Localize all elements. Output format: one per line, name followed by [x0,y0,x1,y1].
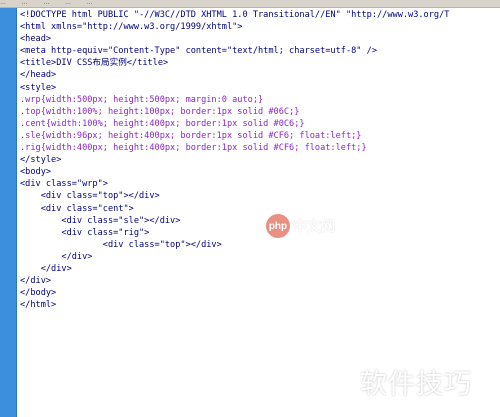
line-number-gutter [0,8,17,417]
code-line: </body> [20,288,57,299]
toolbar-item[interactable]: … [22,0,28,6]
code-line: <div class="top"></div> [20,239,222,250]
code-line: </div> [20,263,72,274]
toolbar-item[interactable]: … [87,0,93,6]
code-line: </html> [20,300,57,311]
toolbar-item[interactable]: … [65,0,71,6]
code-line: .rig{width:400px; height:400px; border:1… [20,143,367,154]
code-line: <div class="cent"> [20,203,134,214]
code-line: </div> [20,251,93,262]
code-line: </head> [20,70,57,81]
php-logo-icon: php [266,214,290,238]
php-watermark: php 中文网 [266,214,335,238]
code-line: <style> [20,82,57,93]
code-line: <div class="top"></div> [20,191,160,202]
watermark-text: 中文网 [293,219,335,235]
code-line: </style> [20,155,62,166]
bottom-watermark: 软件技巧 [360,369,472,400]
editor-toolbar: … … … … … [0,0,500,8]
code-line: <div class="rig"> [20,227,150,238]
code-line: <body> [20,167,52,178]
code-editor[interactable]: <!DOCTYPE html PUBLIC "-//W3C//DTD XHTML… [20,9,498,417]
toolbar-item[interactable]: … [43,0,49,6]
code-line: .wrp{width:500px; height:500px; margin:0… [20,94,264,105]
code-line: .cent{width:100%; height:400px; border:1… [20,118,305,129]
code-line: <head> [20,34,52,45]
code-line: .sle{width:96px; height:400px; border:1p… [20,130,362,141]
code-line: <meta http-equiv="Content-Type" content=… [20,46,377,57]
code-line: <div class="sle"></div> [20,215,181,226]
code-line: <div class="wrp"> [20,179,108,190]
code-line: <title>DIV CSS布局实例</title> [20,58,169,69]
code-line: <html xmlns="http://www.w3.org/1999/xhtm… [20,22,243,33]
code-line: </div> [20,276,52,287]
code-line: .top{width:100%; height:100px; border:1p… [20,106,300,117]
toolbar-item[interactable]: … [0,0,6,6]
code-line: <!DOCTYPE html PUBLIC "-//W3C//DTD XHTML… [20,10,450,20]
